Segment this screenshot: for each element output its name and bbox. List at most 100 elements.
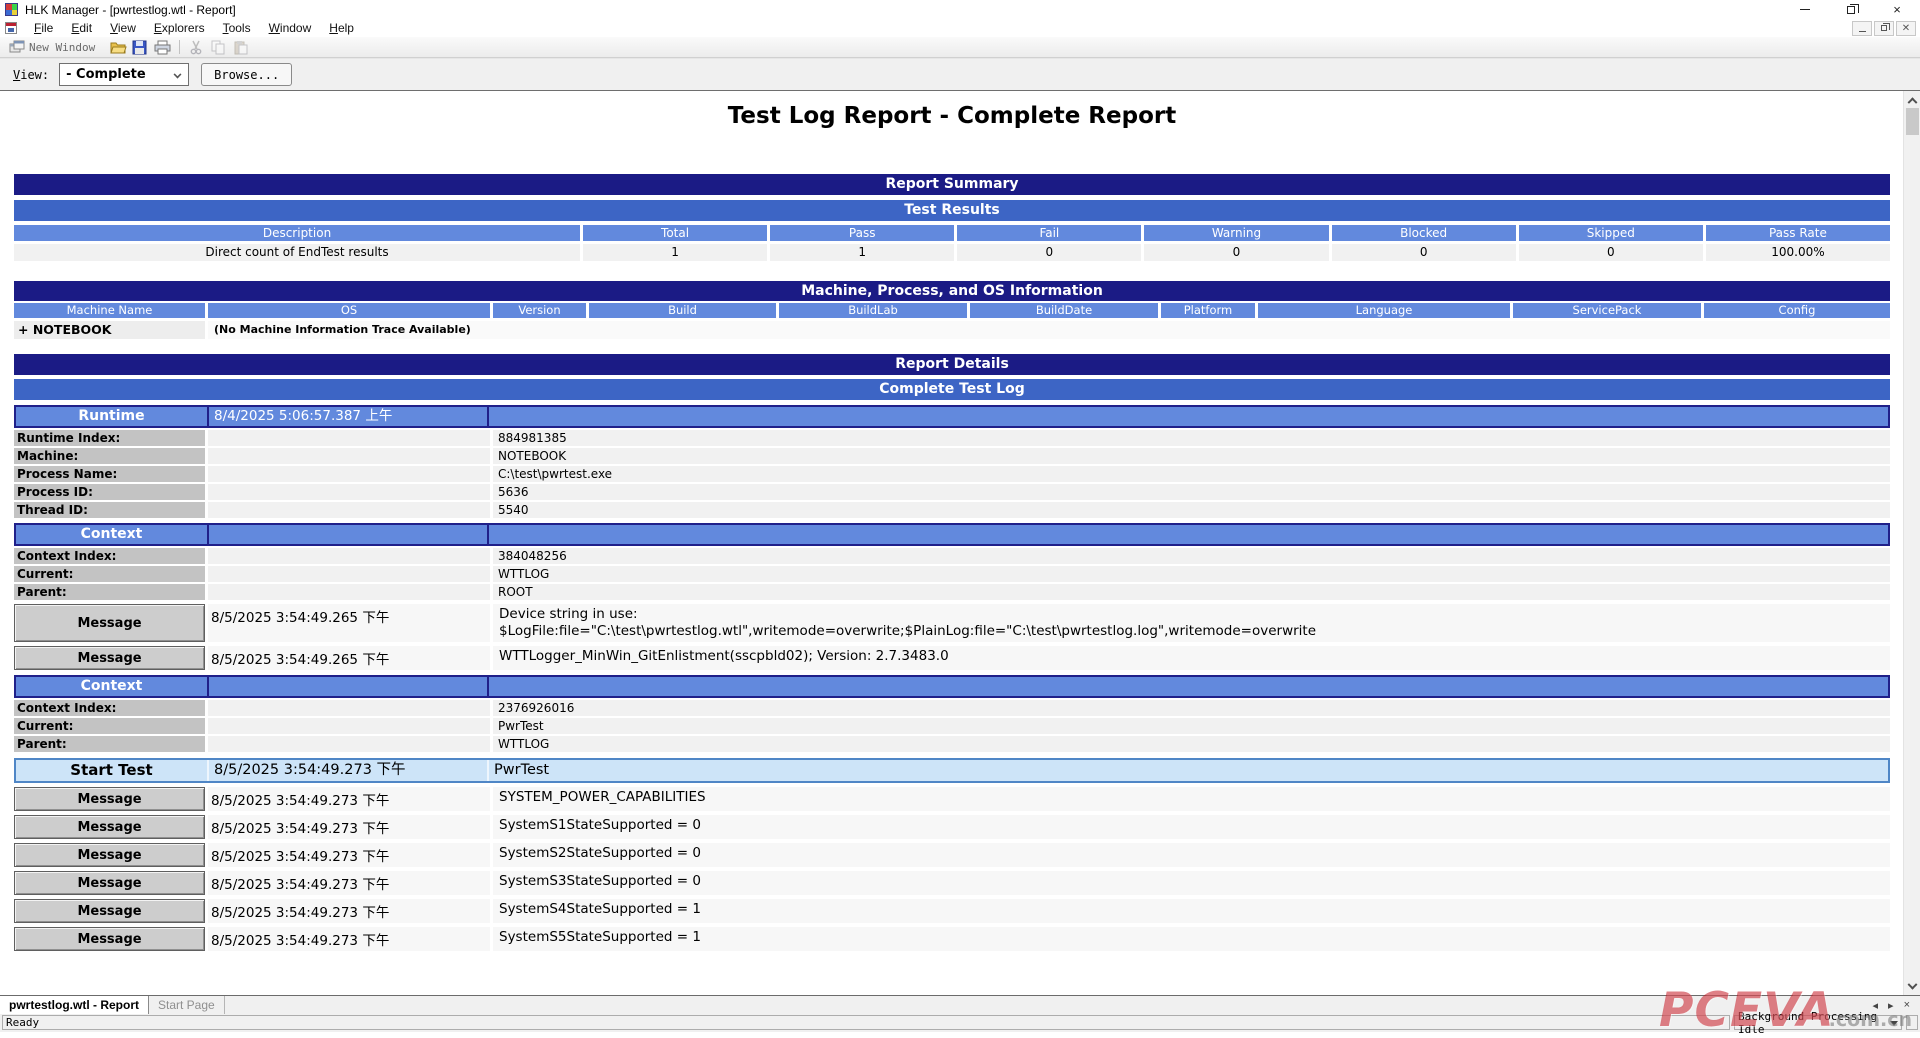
log-row-field: Thread ID: 5540 (14, 502, 1890, 518)
log-field-spacer (208, 736, 490, 752)
log-row-field: Context Index:384048256 (14, 548, 1890, 564)
message-button[interactable]: Message (14, 927, 205, 951)
report-summary-banner: Report Summary (14, 174, 1890, 195)
app-icon (5, 3, 18, 16)
log-section-label[interactable]: Start Test (16, 760, 207, 781)
log-timestamp: 8/5/2025 3:54:49.265 下午 (208, 604, 490, 642)
message-button[interactable]: Message (14, 899, 205, 923)
log-field-value: 884981385 (493, 430, 1890, 446)
log-field-value: NOTEBOOK (493, 448, 1890, 464)
log-row-message: Message8/5/2025 3:54:49.265 下午WTTLogger_… (14, 646, 1890, 670)
log-row-field: Process Name:C:\test\pwrtest.exe (14, 466, 1890, 482)
machine-info-note: (No Machine Information Trace Available) (208, 321, 1890, 339)
log-message-cell: Message (14, 899, 205, 923)
log-message-text: SystemS5StateSupported = 1 (493, 927, 1890, 951)
test-results-col-header: Description (14, 225, 580, 241)
log-row-hdr: Context (14, 523, 1890, 546)
scrollbar-thumb[interactable] (1906, 108, 1919, 135)
menu-item-view[interactable]: View (101, 20, 145, 36)
test-results-cell: 0 (1519, 244, 1703, 261)
log-row-field: Machine:NOTEBOOK (14, 448, 1890, 464)
machine-name-expander[interactable]: + NOTEBOOK (14, 321, 205, 339)
background-processing-dropdown[interactable]: Background Processing Idle (1734, 1015, 1902, 1030)
message-button[interactable]: Message (14, 787, 205, 811)
log-field-value: 5540 (493, 502, 1890, 518)
log-field-spacer (208, 584, 490, 600)
report-title: Test Log Report - Complete Report (14, 102, 1890, 130)
log-field-label: Current: (14, 718, 205, 734)
log-timestamp: 8/5/2025 3:54:49.273 下午 (208, 843, 490, 867)
new-window-icon (9, 40, 25, 55)
log-message-text: Device string in use: $LogFile:file="C:\… (493, 604, 1890, 642)
menu-item-edit[interactable]: Edit (62, 20, 101, 36)
menu-item-help[interactable]: Help (320, 20, 363, 36)
restore-button[interactable] (1828, 0, 1874, 19)
log-row-message: Message8/5/2025 3:54:49.273 下午SystemS3St… (14, 871, 1890, 895)
message-button[interactable]: Message (14, 843, 205, 867)
log-timestamp: 8/5/2025 3:54:49.273 下午 (208, 787, 490, 811)
log-field-label: Process Name: (14, 466, 205, 482)
tab-report[interactable]: pwrtestlog.wtl - Report (0, 996, 149, 1014)
test-results-col-header: Warning (1144, 225, 1328, 241)
mdi-minimize-button[interactable] (1852, 21, 1872, 36)
message-button[interactable]: Message (14, 604, 205, 642)
tab-start-page[interactable]: Start Page (149, 996, 225, 1014)
open-icon[interactable] (110, 40, 126, 55)
browse-button[interactable]: Browse... (201, 63, 292, 86)
menu-bar: FileEditViewExplorersToolsWindowHelp ✕ (0, 19, 1920, 37)
test-results-col-header: Blocked (1332, 225, 1516, 241)
message-button[interactable]: Message (14, 815, 205, 839)
tab-close-icon[interactable]: × (1904, 999, 1910, 1011)
machine-info-col-header: Language (1258, 303, 1510, 318)
new-window-button[interactable]: New Window (6, 39, 98, 56)
vertical-scrollbar[interactable] (1903, 91, 1920, 995)
log-field-label: Process ID: (14, 484, 205, 500)
log-section-label[interactable]: Context (16, 525, 207, 544)
log-message-cell: Message (14, 646, 205, 670)
machine-info-col-header: OS (208, 303, 490, 318)
scroll-up-button[interactable] (1904, 91, 1920, 107)
log-field-value: 2376926016 (493, 700, 1890, 716)
log-row-field: Parent:WTTLOG (14, 736, 1890, 752)
log-timestamp (207, 525, 487, 544)
log-field-label: Context Index: (14, 700, 205, 716)
log-field-label: Thread ID: (14, 502, 205, 518)
log-section-label[interactable]: Context (16, 677, 207, 696)
chevron-down-icon (174, 71, 182, 79)
test-results-cell: 1 (583, 244, 767, 261)
log-timestamp: 8/5/2025 3:54:49.273 下午 (208, 927, 490, 951)
log-timestamp (207, 677, 487, 696)
copy-icon[interactable] (211, 40, 227, 55)
machine-info-data-row: + NOTEBOOK (No Machine Information Trace… (14, 321, 1890, 339)
log-row-message: Message8/5/2025 3:54:49.273 下午SystemS5St… (14, 927, 1890, 951)
close-button[interactable]: × (1874, 0, 1920, 19)
save-icon[interactable] (132, 40, 148, 55)
print-icon[interactable] (154, 40, 170, 55)
scroll-down-button[interactable] (1904, 979, 1920, 995)
view-bar: View: - Complete Browse... (0, 58, 1920, 91)
minimize-button[interactable] (1782, 0, 1828, 19)
log-field-value: 384048256 (493, 548, 1890, 564)
log-field-spacer (208, 430, 490, 446)
menu-item-explorers[interactable]: Explorers (145, 20, 214, 36)
log-message-cell: Message (14, 787, 205, 811)
machine-info-col-header: Machine Name (14, 303, 205, 318)
log-section-label[interactable]: Runtime (16, 407, 207, 426)
mdi-close-button[interactable]: ✕ (1896, 21, 1916, 36)
document-tab-bar: pwrtestlog.wtl - Report Start Page ◂ ▸ × (0, 995, 1920, 1014)
mdi-restore-button[interactable] (1874, 21, 1894, 36)
message-button[interactable]: Message (14, 871, 205, 895)
status-bar: Ready Background Processing Idle (0, 1014, 1920, 1032)
machine-info-col-header: Config (1704, 303, 1890, 318)
test-results-col-header: Total (583, 225, 767, 241)
machine-info-col-header: BuildDate (970, 303, 1158, 318)
view-select[interactable]: - Complete (59, 63, 189, 86)
paste-icon[interactable] (233, 40, 249, 55)
message-button[interactable]: Message (14, 646, 205, 670)
log-row-field: Current:WTTLOG (14, 566, 1890, 582)
menu-item-file[interactable]: File (25, 20, 62, 36)
menu-item-window[interactable]: Window (260, 20, 321, 36)
cut-icon[interactable] (189, 40, 205, 55)
dropdown-arrow-icon (1890, 1021, 1898, 1026)
menu-item-tools[interactable]: Tools (214, 20, 260, 36)
